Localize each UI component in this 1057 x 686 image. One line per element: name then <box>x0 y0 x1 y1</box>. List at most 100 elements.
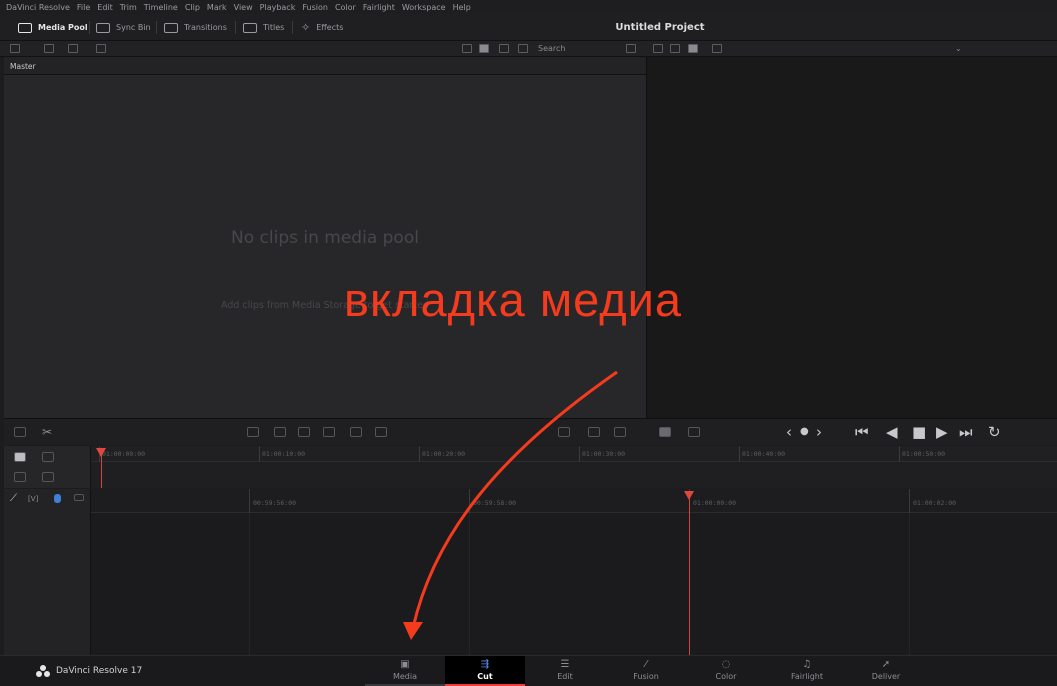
tab-deliver[interactable]: ➚ Deliver <box>846 656 926 686</box>
scissors-icon[interactable]: ✂ <box>42 425 52 439</box>
tab-edit[interactable]: ☰ Edit <box>525 656 605 686</box>
tab-fairlight[interactable]: ♫ Fairlight <box>767 656 847 686</box>
last-frame-icon[interactable]: ⏭ <box>959 423 973 441</box>
sync-bin-icon <box>96 22 110 33</box>
menu-view[interactable]: View <box>234 3 253 12</box>
search-input[interactable]: Search <box>538 41 618 57</box>
audio-meter-icon[interactable] <box>14 427 26 437</box>
timeline-tool-icon[interactable] <box>14 452 26 462</box>
app-branding: DaVinci Resolve 17 <box>36 665 142 677</box>
effects-icon: ✧ <box>301 21 311 34</box>
transitions-icon <box>164 22 178 33</box>
tab-fusion[interactable]: ⁄ Fusion <box>606 656 686 686</box>
titles-button[interactable]: Titles <box>243 14 284 41</box>
media-pool-label: Media Pool <box>38 23 88 32</box>
menu-clip[interactable]: Clip <box>185 3 200 12</box>
prev-nav-icon[interactable]: ‹ <box>786 423 792 441</box>
upper-timeline-tools <box>4 446 91 488</box>
next-nav-icon[interactable]: › <box>816 423 822 441</box>
sync-bin-button[interactable]: Sync Bin <box>96 14 151 41</box>
tab-media[interactable]: ▣ Media <box>365 656 445 686</box>
menu-color[interactable]: Color <box>335 3 356 12</box>
stop-icon[interactable]: ■ <box>912 423 926 441</box>
timeline-tool-icon[interactable] <box>42 452 54 462</box>
ruler-tick-label: 01:00:10:00 <box>262 450 306 458</box>
ruler-tick-label: 01:00:02:00 <box>913 499 957 507</box>
ripple-overwrite-icon[interactable] <box>298 427 310 437</box>
trim-settings-icon[interactable] <box>688 427 700 437</box>
media-pool-subbar: Search ⌄ <box>0 41 1057 57</box>
viewer-panel[interactable] <box>646 57 1057 418</box>
menu-mark[interactable]: Mark <box>207 3 227 12</box>
menu-fusion[interactable]: Fusion <box>302 3 328 12</box>
grid-view-icon[interactable] <box>479 44 489 53</box>
ruler-tick-label: 01:00:40:00 <box>742 450 786 458</box>
marker-dot-icon[interactable]: ● <box>800 423 809 441</box>
place-on-top-icon[interactable] <box>350 427 362 437</box>
ruler-tick-label: 01:00:50:00 <box>902 450 946 458</box>
upper-playhead-head[interactable] <box>96 448 106 457</box>
tab-media-label: Media <box>392 672 418 681</box>
chevron-down-icon[interactable]: ⌄ <box>955 44 962 53</box>
safe-area-icon[interactable] <box>712 44 722 53</box>
menu-trim[interactable]: Trim <box>120 3 137 12</box>
bin-name[interactable]: Master <box>10 62 36 71</box>
menu-fairlight[interactable]: Fairlight <box>363 3 395 12</box>
ruler-tick-label: 01:00:00:00 <box>102 450 146 458</box>
import-icon[interactable] <box>44 44 54 53</box>
divider <box>156 21 157 34</box>
bin-icon[interactable] <box>68 44 78 53</box>
sync-bin-label: Sync Bin <box>116 23 151 32</box>
source-overwrite-icon[interactable] <box>375 427 387 437</box>
effects-label: Effects <box>316 23 344 32</box>
annotation-label: вкладка медиа <box>344 273 683 326</box>
annotation-arrow-line <box>411 370 618 629</box>
titles-icon <box>243 22 257 33</box>
close-up-icon[interactable] <box>323 427 335 437</box>
menu-timeline[interactable]: Timeline <box>144 3 178 12</box>
lower-playhead[interactable] <box>689 492 690 655</box>
toolbar: Media Pool Sync Bin Transitions Titles ✧… <box>0 14 1057 41</box>
track-visibility-icon[interactable] <box>74 494 84 501</box>
tab-cut[interactable]: ⇶ Cut <box>445 656 525 686</box>
effects-button[interactable]: ✧ Effects <box>301 14 343 41</box>
filmstrip-view-icon[interactable] <box>499 44 509 53</box>
append-clip-icon[interactable] <box>659 427 671 437</box>
thumbnail-view-icon[interactable] <box>462 44 472 53</box>
menu-davinci-resolve[interactable]: DaVinci Resolve <box>6 3 70 12</box>
ruler-tick <box>259 446 260 462</box>
menu-workspace[interactable]: Workspace <box>402 3 446 12</box>
link-icon[interactable]: ⟋ <box>10 493 17 504</box>
transitions-button[interactable]: Transitions <box>164 14 227 41</box>
media-pool-button[interactable]: Media Pool <box>18 14 88 41</box>
app-name: DaVinci Resolve 17 <box>56 666 143 676</box>
menu-help[interactable]: Help <box>453 3 471 12</box>
tab-color[interactable]: ◌ Color <box>686 656 766 686</box>
sort-icon[interactable] <box>626 44 636 53</box>
smart-insert-icon[interactable] <box>247 427 259 437</box>
viewer-mode-icon[interactable] <box>653 44 663 53</box>
viewer-mode-icon[interactable] <box>670 44 680 53</box>
panel-toggle-icon[interactable] <box>10 44 20 53</box>
menu-edit[interactable]: Edit <box>97 3 113 12</box>
menu-file[interactable]: File <box>77 3 90 12</box>
transitions-label: Transitions <box>184 23 227 32</box>
reverse-play-icon[interactable]: ◀ <box>886 423 898 441</box>
list-view-icon[interactable] <box>518 44 528 53</box>
append-icon[interactable] <box>274 427 286 437</box>
media-pool-icon <box>18 22 32 33</box>
tab-fairlight-label: Fairlight <box>790 672 823 681</box>
timeline-tool-icon[interactable] <box>42 472 54 482</box>
media-icon: ▣ <box>400 659 410 670</box>
track-lock-icon[interactable] <box>54 494 61 503</box>
sync-icon[interactable] <box>96 44 106 53</box>
first-frame-icon[interactable]: ⏮ <box>855 423 869 441</box>
lower-playhead-head[interactable] <box>684 491 694 500</box>
ruler-tick <box>909 489 910 513</box>
viewer-mode-icon[interactable] <box>688 44 698 53</box>
divider <box>89 21 90 34</box>
menu-playback[interactable]: Playback <box>260 3 296 12</box>
play-icon[interactable]: ▶ <box>936 423 948 441</box>
timeline-tool-icon[interactable] <box>14 472 26 482</box>
loop-icon[interactable]: ↻ <box>988 423 1001 441</box>
